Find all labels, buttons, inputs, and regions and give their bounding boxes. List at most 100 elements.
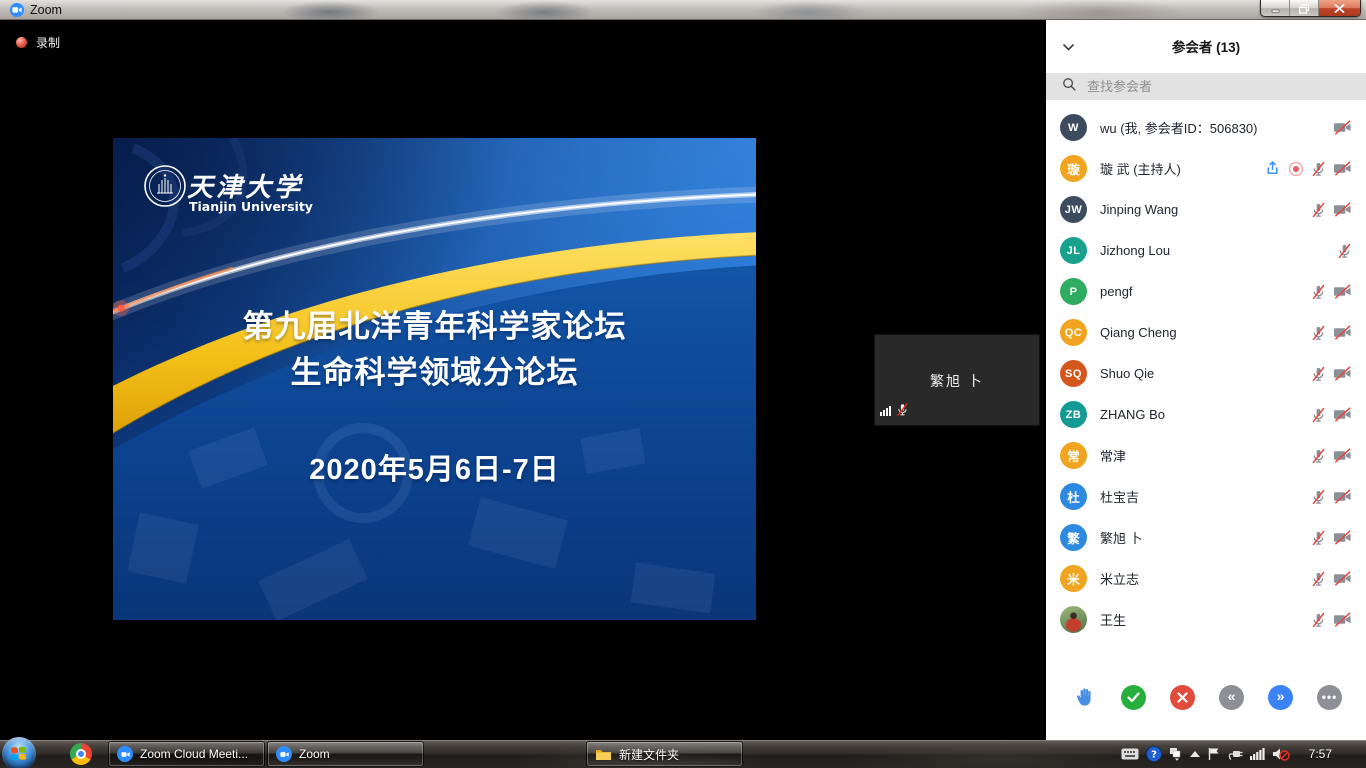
- participant-name: ZHANG Bo: [1100, 407, 1311, 422]
- search-icon: [1062, 77, 1077, 97]
- search-participants-input[interactable]: [1085, 78, 1356, 95]
- participant-name: 米立志: [1100, 569, 1311, 588]
- chevrons-right-icon: »: [1277, 689, 1285, 703]
- more-options-button[interactable]: •••: [1317, 685, 1342, 710]
- participant-status-icons: [1264, 160, 1352, 177]
- camera-off-icon: [1333, 120, 1352, 135]
- participant-name: Shuo Qie: [1100, 366, 1311, 381]
- next-page-button[interactable]: »: [1268, 685, 1293, 710]
- mic-off-icon: [1311, 571, 1326, 587]
- mic-off-icon: [1337, 243, 1352, 259]
- participant-row[interactable]: Wwu (我, 参会者ID：506830): [1046, 107, 1366, 148]
- taskbar-button[interactable]: 新建文件夹: [586, 741, 743, 767]
- avatar: ZB: [1060, 401, 1087, 428]
- avatar: 米: [1060, 565, 1087, 592]
- participants-header: 参会者 (13): [1046, 20, 1366, 73]
- camera-off-icon: [1333, 530, 1352, 545]
- signal-bars-icon: [880, 403, 893, 421]
- restore-button[interactable]: [1290, 0, 1319, 17]
- avatar: 常: [1060, 442, 1087, 469]
- participant-name: Jinping Wang: [1100, 202, 1311, 217]
- svg-text:?: ?: [1151, 750, 1157, 761]
- share-icon: [1264, 160, 1281, 177]
- system-tray: ? 7:57: [1121, 740, 1366, 768]
- participant-name: Qiang Cheng: [1100, 325, 1311, 340]
- participant-row[interactable]: 王生: [1046, 599, 1366, 640]
- participants-footer: « » •••: [1046, 672, 1366, 740]
- participant-row[interactable]: QCQiang Cheng: [1046, 312, 1366, 353]
- recording-dot-icon: [16, 37, 27, 48]
- volume-muted-icon[interactable]: [1272, 747, 1290, 761]
- previous-page-button[interactable]: «: [1219, 685, 1244, 710]
- raise-hand-button[interactable]: [1072, 685, 1097, 710]
- mic-off-icon: [1311, 366, 1326, 382]
- taskbar-button[interactable]: Zoom Cloud Meeti...: [108, 741, 265, 767]
- mic-off-icon: [1311, 530, 1326, 546]
- mic-off-icon: [1311, 161, 1326, 177]
- participant-row[interactable]: 繁繁旭 卜: [1046, 517, 1366, 558]
- participant-status-icons: [1311, 366, 1352, 382]
- search-participants-box[interactable]: [1046, 73, 1366, 100]
- ime-stack-icon[interactable]: [1169, 747, 1183, 761]
- participant-name: 常津: [1100, 446, 1311, 465]
- participant-status-icons: [1311, 448, 1352, 464]
- minimize-button[interactable]: [1261, 0, 1290, 17]
- zoom-app-window: Zoom 录制: [0, 0, 1366, 768]
- participant-row[interactable]: SQShuo Qie: [1046, 353, 1366, 394]
- shared-presentation-slide: 天津大学 Tianjin University 第九届北洋青年科学家论坛 生命科…: [113, 138, 756, 620]
- mic-off-icon: [1311, 284, 1326, 300]
- show-hidden-icon[interactable]: [1190, 751, 1200, 757]
- start-button[interactable]: [2, 737, 36, 768]
- avatar: 杜: [1060, 483, 1087, 510]
- participant-list: Wwu (我, 参会者ID：506830)璇璇 武 (主持人)JWJinping…: [1046, 107, 1366, 640]
- participant-row[interactable]: 璇璇 武 (主持人): [1046, 148, 1366, 189]
- action-center-flag-icon[interactable]: [1207, 747, 1221, 761]
- camera-off-icon: [1333, 448, 1352, 463]
- participants-panel: 参会者 (13) Wwu (我, 参会者ID：506830)璇璇 武 (主持人)…: [1046, 20, 1366, 740]
- participant-row[interactable]: JL Jizhong Lou: [1046, 230, 1366, 271]
- camera-off-icon: [1333, 489, 1352, 504]
- participant-name: pengf: [1100, 284, 1311, 299]
- participant-status-icons: [1311, 489, 1352, 505]
- participant-row[interactable]: ZB ZHANG Bo: [1046, 394, 1366, 435]
- avatar: W: [1060, 114, 1087, 141]
- mic-off-icon: [1311, 489, 1326, 505]
- participant-row[interactable]: JWJinping Wang: [1046, 189, 1366, 230]
- avatar: P: [1060, 278, 1087, 305]
- keyboard-icon[interactable]: [1121, 748, 1139, 760]
- close-button[interactable]: [1319, 0, 1360, 17]
- participant-row[interactable]: 常常津: [1046, 435, 1366, 476]
- recording-label: 录制: [36, 34, 60, 51]
- window-titlebar[interactable]: Zoom: [0, 0, 1366, 20]
- zoom-icon: [276, 746, 292, 762]
- participant-status-icons: [1311, 571, 1352, 587]
- network-signal-icon[interactable]: [1250, 748, 1265, 760]
- mic-off-icon: [1311, 325, 1326, 341]
- participant-row[interactable]: 杜杜宝吉: [1046, 476, 1366, 517]
- window-title: Zoom: [30, 3, 62, 17]
- mic-off-icon: [1311, 448, 1326, 464]
- recording-icon: [1288, 161, 1304, 177]
- slide-date: 2020年5月6日-7日: [113, 446, 756, 488]
- participant-status-icons: [1311, 407, 1352, 423]
- recording-indicator: 录制: [16, 34, 60, 51]
- power-plug-icon[interactable]: [1228, 747, 1243, 761]
- participant-status-icons: [1311, 530, 1352, 546]
- participant-name: Jizhong Lou: [1100, 243, 1337, 258]
- taskbar-button[interactable]: Zoom: [267, 741, 424, 767]
- taskbar-clock[interactable]: 7:57: [1309, 747, 1332, 761]
- university-name-en: Tianjin University: [189, 199, 313, 214]
- video-thumbnail[interactable]: 繁旭 卜: [874, 334, 1040, 426]
- avatar: JL: [1060, 237, 1087, 264]
- reject-all-button[interactable]: [1170, 685, 1195, 710]
- participant-row[interactable]: Ppengf: [1046, 271, 1366, 312]
- participant-status-icons: [1311, 202, 1352, 218]
- participant-row[interactable]: 米米立志: [1046, 558, 1366, 599]
- camera-off-icon: [1333, 325, 1352, 340]
- participant-status-icons: [1311, 325, 1352, 341]
- avatar: 繁: [1060, 524, 1087, 551]
- chrome-taskbar-icon[interactable]: [70, 743, 92, 765]
- zoom-icon: [117, 746, 133, 762]
- help-icon[interactable]: ?: [1146, 746, 1162, 762]
- approve-all-button[interactable]: [1121, 685, 1146, 710]
